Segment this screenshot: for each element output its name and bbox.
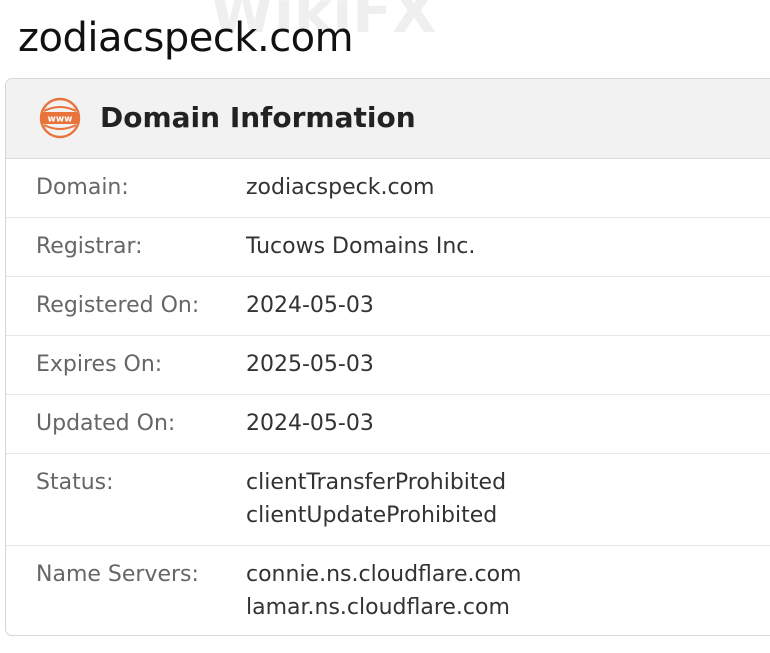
row-label: Name Servers: — [36, 562, 199, 587]
row-label: Status: — [36, 470, 114, 495]
row-registrar: Registrar: Tucows Domains Inc. — [6, 218, 770, 277]
row-label: Registered On: — [36, 293, 200, 318]
row-label: Registrar: — [36, 234, 143, 259]
www-globe-icon: www — [39, 97, 81, 139]
name-server-value: connie.ns.cloudflare.com — [246, 562, 522, 587]
registrar-value: Tucows Domains Inc. — [246, 234, 476, 259]
status-value: clientTransferProhibited — [246, 470, 507, 495]
row-registered-on: Registered On: 2024-05-03 — [6, 277, 770, 336]
svg-text:www: www — [48, 115, 73, 125]
row-status: Status: clientTransferProhibited clientU… — [6, 454, 770, 546]
card-header: www Domain Information — [6, 79, 770, 159]
domain-information-card: www Domain Information Domain: zodiacspe… — [5, 78, 770, 636]
row-label: Updated On: — [36, 411, 176, 436]
row-domain: Domain: zodiacspeck.com — [6, 159, 770, 218]
page-title: zodiacspeck.com — [18, 15, 354, 61]
row-label: Expires On: — [36, 352, 163, 377]
updated-on-value: 2024-05-03 — [246, 411, 374, 436]
card-title: Domain Information — [100, 101, 416, 134]
name-server-value: lamar.ns.cloudflare.com — [246, 595, 510, 620]
row-updated-on: Updated On: 2024-05-03 — [6, 395, 770, 454]
expires-on-value: 2025-05-03 — [246, 352, 374, 377]
row-name-servers: Name Servers: connie.ns.cloudflare.com l… — [6, 546, 770, 635]
row-label: Domain: — [36, 175, 129, 200]
registered-on-value: 2024-05-03 — [246, 293, 374, 318]
domain-value: zodiacspeck.com — [246, 175, 435, 200]
row-expires-on: Expires On: 2025-05-03 — [6, 336, 770, 395]
status-value: clientUpdateProhibited — [246, 503, 498, 528]
